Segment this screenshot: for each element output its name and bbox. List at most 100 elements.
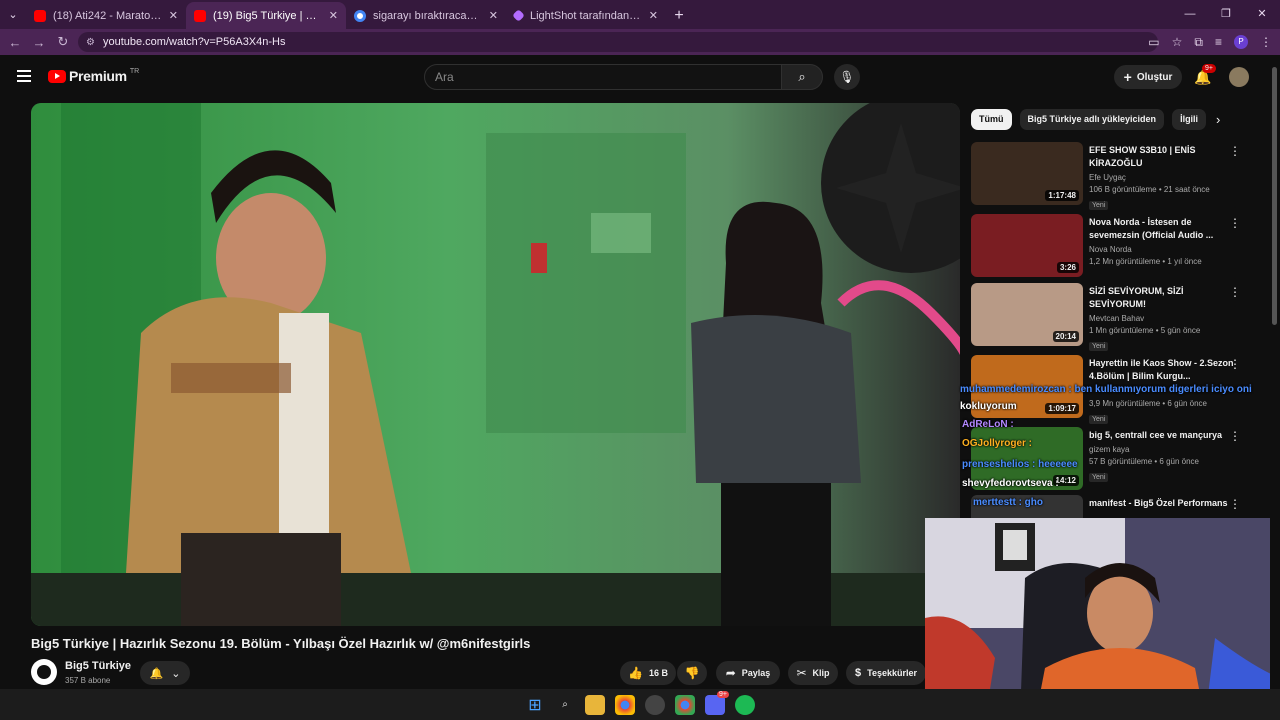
- profile-avatar[interactable]: P: [1234, 35, 1248, 49]
- page-scrollbar[interactable]: [1270, 55, 1280, 689]
- rec-title: manifest - Big5 Özel Performans: [1089, 498, 1228, 508]
- browser-tab-2[interactable]: (19) Big5 Türkiye | Hazırlık Sezo ✕: [186, 2, 346, 29]
- channel-name[interactable]: Big5 Türkiye: [65, 660, 131, 672]
- more-options-icon[interactable]: ⋮: [1229, 429, 1241, 443]
- rec-meta: 1 Mn görüntüleme • 5 gün önce: [1089, 326, 1201, 335]
- chrome-icon[interactable]: [675, 694, 695, 715]
- search-icon: ⌕: [798, 69, 806, 84]
- site-info-icon[interactable]: ⚙: [86, 37, 95, 48]
- tab-search-icon[interactable]: ⌄: [0, 0, 26, 29]
- voice-search-button[interactable]: 🎙: [834, 64, 860, 90]
- youtube-logo[interactable]: Premium TR: [48, 68, 139, 84]
- video-thumbnail: 20:14: [971, 283, 1083, 346]
- share-icon: ➦: [725, 666, 736, 680]
- reload-icon[interactable]: ↻: [51, 34, 75, 50]
- bookmark-star-icon[interactable]: ☆: [1172, 35, 1183, 49]
- url-field[interactable]: ⚙ youtube.com/watch?v=P56A3X4n-Hs: [78, 32, 1158, 52]
- recommendation-item[interactable]: 3:26 Nova Norda - İstesen de sevemezsin …: [971, 214, 1261, 278]
- search-button[interactable]: ⌕: [781, 64, 823, 90]
- new-badge: Yeni: [1089, 415, 1109, 424]
- plus-icon: +: [1123, 69, 1132, 85]
- rec-meta: 57 B görüntüleme • 6 gün önce: [1089, 457, 1199, 466]
- close-tab-icon[interactable]: ✕: [169, 9, 178, 22]
- lightshot-icon: [512, 9, 525, 22]
- tab-title: sigarayı bıraktıracak görsel - Go: [373, 9, 482, 22]
- more-options-icon[interactable]: ⋮: [1229, 497, 1241, 511]
- chrome-icon[interactable]: [615, 694, 635, 715]
- video-player[interactable]: [31, 103, 960, 626]
- browser-tab-1[interactable]: (18) Ati242 - Maraton (Official V ✕: [26, 2, 186, 29]
- more-options-icon[interactable]: ⋮: [1229, 285, 1241, 299]
- microphone-icon: 🎙: [839, 70, 855, 84]
- bell-icon: 🔔: [149, 667, 164, 680]
- rec-meta: 3,9 Mn görüntüleme • 6 gün önce: [1089, 399, 1207, 408]
- chip-from-uploader[interactable]: Big5 Türkiye adlı yükleyiciden: [1019, 109, 1165, 130]
- duration-label: 3:26: [1056, 262, 1079, 273]
- rec-title: EFE SHOW S3B10 | ENİS KİRAZOĞLU: [1089, 145, 1196, 168]
- app-icon[interactable]: [645, 694, 665, 715]
- discord-icon[interactable]: 9+: [705, 690, 729, 715]
- chip-all[interactable]: Tümü: [971, 109, 1012, 130]
- close-window-icon[interactable]: ✕: [1244, 0, 1280, 29]
- more-options-icon[interactable]: ⋮: [1229, 216, 1241, 230]
- rec-title: Hayrettin ile Kaos Show - 2.Sezon 4.Bölü…: [1089, 358, 1234, 381]
- more-options-icon[interactable]: ⋮: [1229, 357, 1241, 371]
- close-tab-icon[interactable]: ✕: [329, 9, 338, 22]
- duration-label: 1:09:17: [1045, 403, 1079, 414]
- rec-channel: Nova Norda: [1089, 245, 1132, 254]
- file-explorer-icon[interactable]: [585, 694, 605, 715]
- chat-line: OGJollyroger :: [962, 438, 1033, 449]
- recommendation-item[interactable]: 1:17:48 EFE SHOW S3B10 | ENİS KİRAZOĞLU …: [971, 142, 1261, 210]
- media-control-icon[interactable]: ≡: [1215, 35, 1222, 49]
- more-options-icon[interactable]: ⋮: [1229, 144, 1241, 158]
- notifications-button[interactable]: 🔔 9+: [1194, 64, 1216, 86]
- chat-line: merttestt : gho: [973, 497, 1043, 508]
- restore-icon[interactable]: ❐: [1208, 0, 1244, 29]
- browser-menu-icon[interactable]: ⋮: [1260, 35, 1272, 49]
- notification-badge: 9+: [1202, 64, 1216, 73]
- new-tab-button[interactable]: +: [666, 2, 692, 29]
- spotify-icon[interactable]: [735, 694, 755, 715]
- forward-icon[interactable]: →: [27, 35, 51, 50]
- search-icon[interactable]: ⌕: [555, 695, 575, 715]
- filter-chips: Tümü Big5 Türkiye adlı yükleyiciden İlgi…: [971, 109, 1207, 130]
- thanks-button[interactable]: $ Teşekkürler: [846, 661, 926, 685]
- subscription-bell-button[interactable]: 🔔 ⌄: [140, 661, 190, 685]
- chat-line: AdReLoN :: [962, 419, 1014, 430]
- subscriber-count: 357 B abone: [65, 676, 111, 685]
- create-button[interactable]: + Oluştur: [1114, 65, 1182, 89]
- chat-line: muhammedemirozcan : ben kullanmıyorum di…: [960, 384, 1252, 395]
- duration-label: 20:14: [1052, 331, 1079, 342]
- cast-icon[interactable]: ▭: [1148, 35, 1159, 49]
- account-avatar[interactable]: [1229, 67, 1249, 87]
- chevron-right-icon[interactable]: ›: [1216, 112, 1220, 127]
- thanks-icon: $: [855, 667, 862, 679]
- extensions-icon[interactable]: ⧉: [1194, 35, 1203, 50]
- share-button[interactable]: ➦ Paylaş: [716, 661, 780, 685]
- chip-related[interactable]: İlgili: [1172, 109, 1207, 130]
- clip-button[interactable]: ✂ Klip: [788, 661, 838, 685]
- toolbar-icons: ▭ ☆ ⧉ ≡ P ⋮: [1148, 29, 1272, 55]
- back-icon[interactable]: ←: [3, 35, 27, 50]
- new-badge: Yeni: [1089, 342, 1109, 351]
- video-thumbnail: 1:17:48: [971, 142, 1083, 205]
- rec-channel: Efe Uygaç: [1089, 173, 1126, 182]
- close-tab-icon[interactable]: ✕: [489, 9, 498, 22]
- minimize-icon[interactable]: —: [1172, 0, 1208, 29]
- share-label: Paylaş: [741, 668, 771, 678]
- windows-start-icon[interactable]: ⊞: [525, 695, 545, 715]
- recommendation-item[interactable]: 20:14 SİZİ SEVİYORUM, SİZİ SEVİYORUM! Me…: [971, 283, 1261, 351]
- browser-tab-3[interactable]: sigarayı bıraktıracak görsel - Go ✕: [346, 2, 506, 29]
- url-text: youtube.com/watch?v=P56A3X4n-Hs: [102, 36, 286, 48]
- tab-title: LightShot tarafından Ekran Görü: [530, 9, 642, 22]
- search-input[interactable]: Ara: [424, 64, 782, 90]
- menu-icon[interactable]: [17, 70, 31, 85]
- like-button[interactable]: 👍 16 B: [620, 661, 676, 685]
- rec-title: SİZİ SEVİYORUM, SİZİ SEVİYORUM!: [1089, 286, 1184, 309]
- close-tab-icon[interactable]: ✕: [649, 9, 658, 22]
- youtube-icon: [194, 9, 206, 22]
- channel-avatar[interactable]: [31, 659, 57, 685]
- address-bar-row: ← → ↻ ⚙ youtube.com/watch?v=P56A3X4n-Hs …: [0, 29, 1280, 55]
- dislike-button[interactable]: 👎: [677, 661, 707, 685]
- browser-tab-4[interactable]: LightShot tarafından Ekran Görü ✕: [506, 2, 666, 29]
